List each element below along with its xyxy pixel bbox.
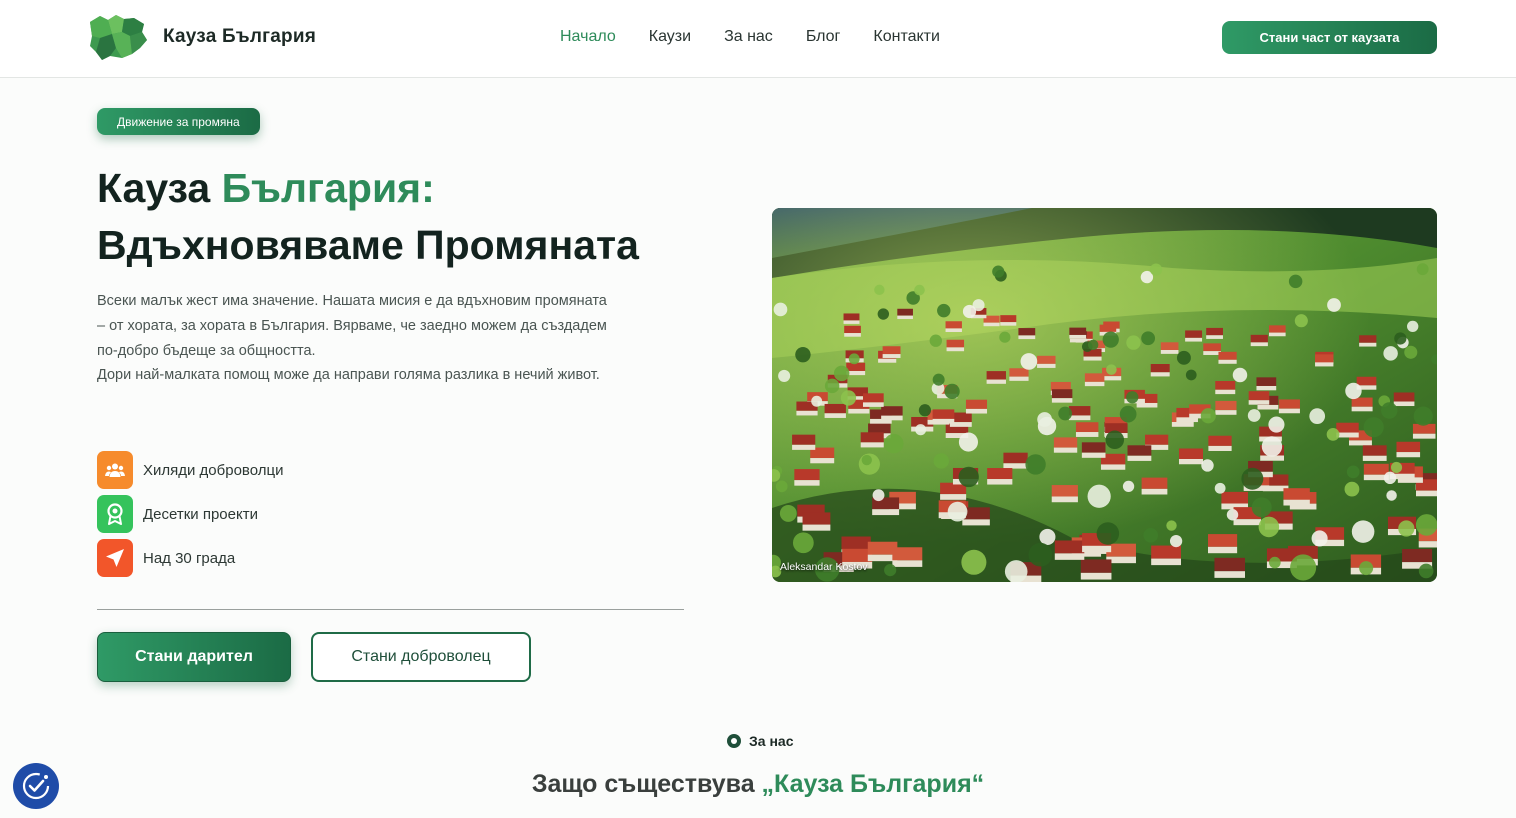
about-title-accent: „Кауза България“ — [761, 770, 985, 798]
circle-dot-icon — [727, 734, 741, 748]
village-landscape-image — [772, 208, 1437, 582]
hero-description: Всеки малък жест има значение. Нашата ми… — [97, 289, 617, 388]
brand-name[interactable]: Кауза България — [163, 26, 316, 48]
feature-label: Над 30 града — [143, 549, 236, 567]
nav-item-about[interactable]: За нас — [724, 28, 773, 46]
hero-village-photo: Aleksandar Kostov — [772, 208, 1437, 582]
feature-item-volunteers: Хиляди доброволци — [97, 451, 283, 489]
feature-item-projects: Десетки проекти — [97, 495, 283, 533]
about-section-title: Защо съществува „Кауза България“ — [0, 770, 1516, 799]
location-arrow-icon — [97, 539, 133, 577]
accessibility-widget-button[interactable] — [13, 763, 59, 809]
hero-description-2: Дори най-малката помощ може да направи г… — [97, 367, 600, 384]
feature-item-cities: Над 30 града — [97, 539, 283, 577]
become-donor-button[interactable]: Стани дарител — [97, 632, 291, 682]
nav-item-contacts[interactable]: Контакти — [873, 28, 940, 46]
site-header: Кауза България Начало Каузи За нас Блог … — [0, 0, 1516, 78]
hero-title-accent: България: — [221, 165, 435, 211]
join-cause-button[interactable]: Стани част от каузата — [1222, 21, 1437, 54]
accessibility-check-icon — [22, 772, 50, 800]
hero-title-line2: Вдъхновяваме Промяната — [97, 222, 639, 268]
award-icon — [97, 495, 133, 533]
hero-tag: Движение за промяна — [97, 108, 260, 135]
hero-description-1: Всеки малък жест има значение. Нашата ми… — [97, 293, 607, 359]
about-tag-label: За нас — [749, 733, 794, 749]
feature-list: Хиляди доброволци Десетки проекти Над 30… — [97, 451, 283, 583]
feature-label: Десетки проекти — [143, 505, 258, 523]
nav-item-blog[interactable]: Блог — [806, 28, 841, 46]
nav-item-home[interactable]: Начало — [560, 28, 616, 46]
nav-item-causes[interactable]: Каузи — [649, 28, 691, 46]
become-volunteer-button[interactable]: Стани доброволец — [311, 632, 531, 682]
hero-title: Кауза България: Вдъхновяваме Промяната — [97, 160, 639, 274]
bulgaria-map-logo-icon[interactable] — [86, 14, 148, 60]
hero-divider — [97, 609, 684, 610]
hero-title-part1: Кауза — [97, 165, 222, 211]
main-nav: Начало Каузи За нас Блог Контакти — [560, 28, 973, 46]
image-credit: Aleksandar Kostov — [780, 561, 868, 573]
users-icon — [97, 451, 133, 489]
feature-label: Хиляди доброволци — [143, 461, 284, 479]
about-section-tag: За нас — [727, 733, 793, 749]
about-title-part1: Защо съществува — [531, 770, 762, 798]
